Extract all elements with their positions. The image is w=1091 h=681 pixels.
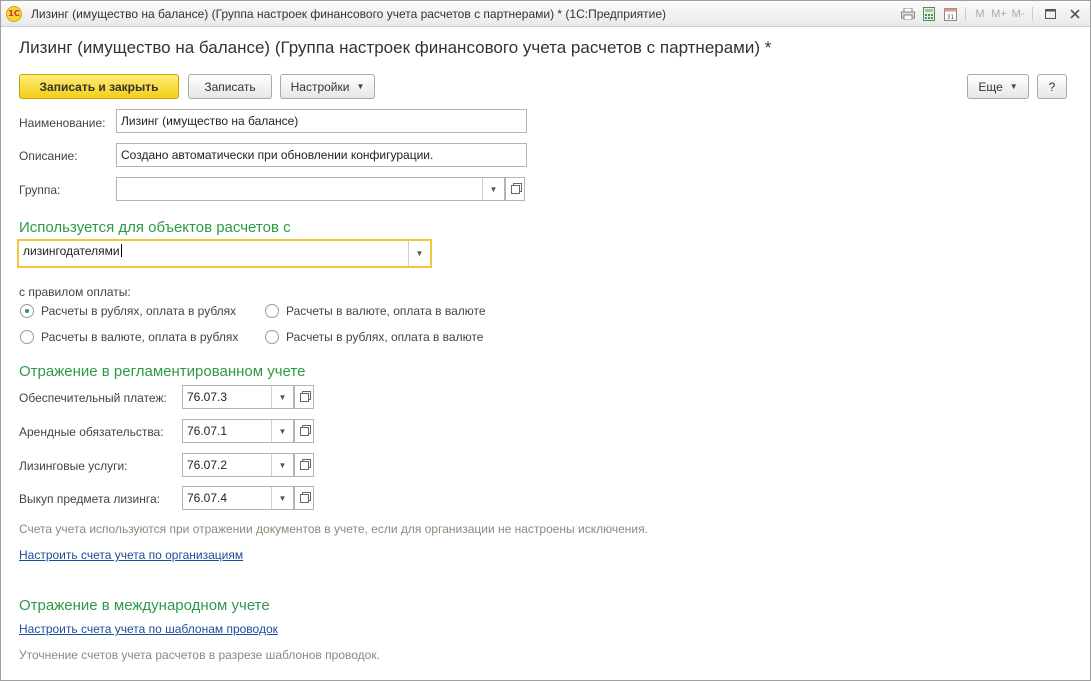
radio-label: Расчеты в рублях, оплата в рублях — [41, 304, 237, 318]
toolbar-separator — [965, 7, 966, 21]
radio-label: Расчеты в валюте, оплата в валюте — [286, 304, 486, 318]
account-label: Обеспечительный платеж: — [19, 391, 167, 405]
memory-subtract-button[interactable]: M- — [1010, 8, 1026, 20]
maximize-icon[interactable] — [1039, 5, 1061, 23]
chevron-down-icon[interactable]: ▼ — [408, 241, 430, 266]
more-label: Еще — [978, 79, 1003, 94]
description-label: Описание: — [19, 149, 78, 163]
group-field[interactable]: ▼ — [116, 177, 505, 201]
account-label: Лизинговые услуги: — [19, 459, 128, 473]
regulated-hint: Счета учета используются при отражении д… — [19, 522, 648, 536]
window-title: Лизинг (имущество на балансе) (Группа на… — [31, 7, 667, 21]
chevron-down-icon[interactable]: ▼ — [271, 454, 293, 476]
memory-add-button[interactable]: M+ — [991, 8, 1007, 20]
account-field-lease[interactable]: 76.07.1 ▼ — [182, 419, 294, 443]
memory-store-button[interactable]: M — [972, 8, 988, 20]
radio-label: Расчеты в валюте, оплата в рублях — [41, 330, 239, 344]
toolbar-separator — [1032, 7, 1033, 21]
radio-label: Расчеты в рублях, оплата в валюте — [286, 330, 484, 344]
account-value: 76.07.3 — [187, 390, 228, 404]
open-icon[interactable] — [294, 486, 314, 510]
radio-checked-icon — [20, 304, 34, 318]
chevron-down-icon[interactable]: ▼ — [271, 487, 293, 509]
chevron-down-icon[interactable]: ▼ — [482, 178, 504, 200]
account-value: 76.07.1 — [187, 424, 228, 438]
print-icon[interactable] — [899, 5, 917, 23]
account-field-deposit[interactable]: 76.07.3 ▼ — [182, 385, 294, 409]
more-menu-button[interactable]: Еще ▼ — [967, 74, 1029, 99]
chevron-down-icon: ▼ — [1009, 82, 1018, 91]
radio-rub-rub[interactable]: Расчеты в рублях, оплата в рублях — [20, 304, 236, 318]
account-label: Выкуп предмета лизинга: — [19, 492, 160, 506]
calendar-icon[interactable]: 31 — [941, 5, 959, 23]
counterparty-type-select[interactable]: лизингодателями ▼ — [17, 239, 432, 268]
group-label: Группа: — [19, 183, 61, 197]
chevron-down-icon: ▼ — [356, 82, 365, 91]
radio-unchecked-icon — [20, 330, 34, 344]
title-bar: 1С Лизинг (имущество на балансе) (Группа… — [1, 1, 1090, 27]
name-label: Наименование: — [19, 116, 106, 130]
international-hint: Уточнение счетов учета расчетов в разрез… — [19, 648, 380, 662]
radio-unchecked-icon — [265, 330, 279, 344]
open-icon[interactable] — [294, 453, 314, 477]
payment-rule-label: с правилом оплаты: — [19, 285, 131, 299]
calculator-icon[interactable] — [920, 5, 938, 23]
open-icon[interactable] — [505, 177, 525, 201]
settings-menu-button[interactable]: Настройки ▼ — [280, 74, 375, 99]
account-value: 76.07.2 — [187, 458, 228, 472]
counterparty-type-value: лизингодателями — [23, 244, 120, 258]
name-field[interactable]: Лизинг (имущество на балансе) — [116, 109, 527, 133]
text-cursor — [120, 244, 122, 257]
save-button[interactable]: Записать — [188, 74, 272, 99]
configure-org-accounts-link[interactable]: Настроить счета учета по организациям — [19, 548, 243, 562]
radio-cur-cur[interactable]: Расчеты в валюте, оплата в валюте — [265, 304, 486, 318]
radio-cur-rub[interactable]: Расчеты в валюте, оплата в рублях — [20, 330, 238, 344]
app-logo-icon: 1С — [6, 6, 22, 22]
account-field-services[interactable]: 76.07.2 ▼ — [182, 453, 294, 477]
help-button[interactable]: ? — [1037, 74, 1067, 99]
configure-template-accounts-link[interactable]: Настроить счета учета по шаблонам провод… — [19, 622, 278, 636]
settings-label: Настройки — [290, 79, 350, 94]
account-value: 76.07.4 — [187, 491, 228, 505]
save-and-close-button[interactable]: Записать и закрыть — [19, 74, 179, 99]
open-icon[interactable] — [294, 419, 314, 443]
open-icon[interactable] — [294, 385, 314, 409]
close-icon[interactable] — [1064, 5, 1086, 23]
title-bar-tools: 31 M M+ M- — [899, 4, 1086, 24]
chevron-down-icon[interactable]: ▼ — [271, 420, 293, 442]
international-heading: Отражение в международном учете — [19, 597, 270, 614]
chevron-down-icon[interactable]: ▼ — [271, 386, 293, 408]
page-title: Лизинг (имущество на балансе) (Группа на… — [19, 38, 772, 57]
svg-text:31: 31 — [946, 14, 954, 21]
form-window: 1С Лизинг (имущество на балансе) (Группа… — [0, 0, 1091, 681]
regulated-heading: Отражение в регламентированном учете — [19, 363, 306, 380]
account-field-buyout[interactable]: 76.07.4 ▼ — [182, 486, 294, 510]
radio-rub-cur[interactable]: Расчеты в рублях, оплата в валюте — [265, 330, 483, 344]
account-label: Арендные обязательства: — [19, 425, 164, 439]
usage-heading: Используется для объектов расчетов с — [19, 219, 291, 236]
description-field[interactable]: Создано автоматически при обновлении кон… — [116, 143, 527, 167]
radio-unchecked-icon — [265, 304, 279, 318]
